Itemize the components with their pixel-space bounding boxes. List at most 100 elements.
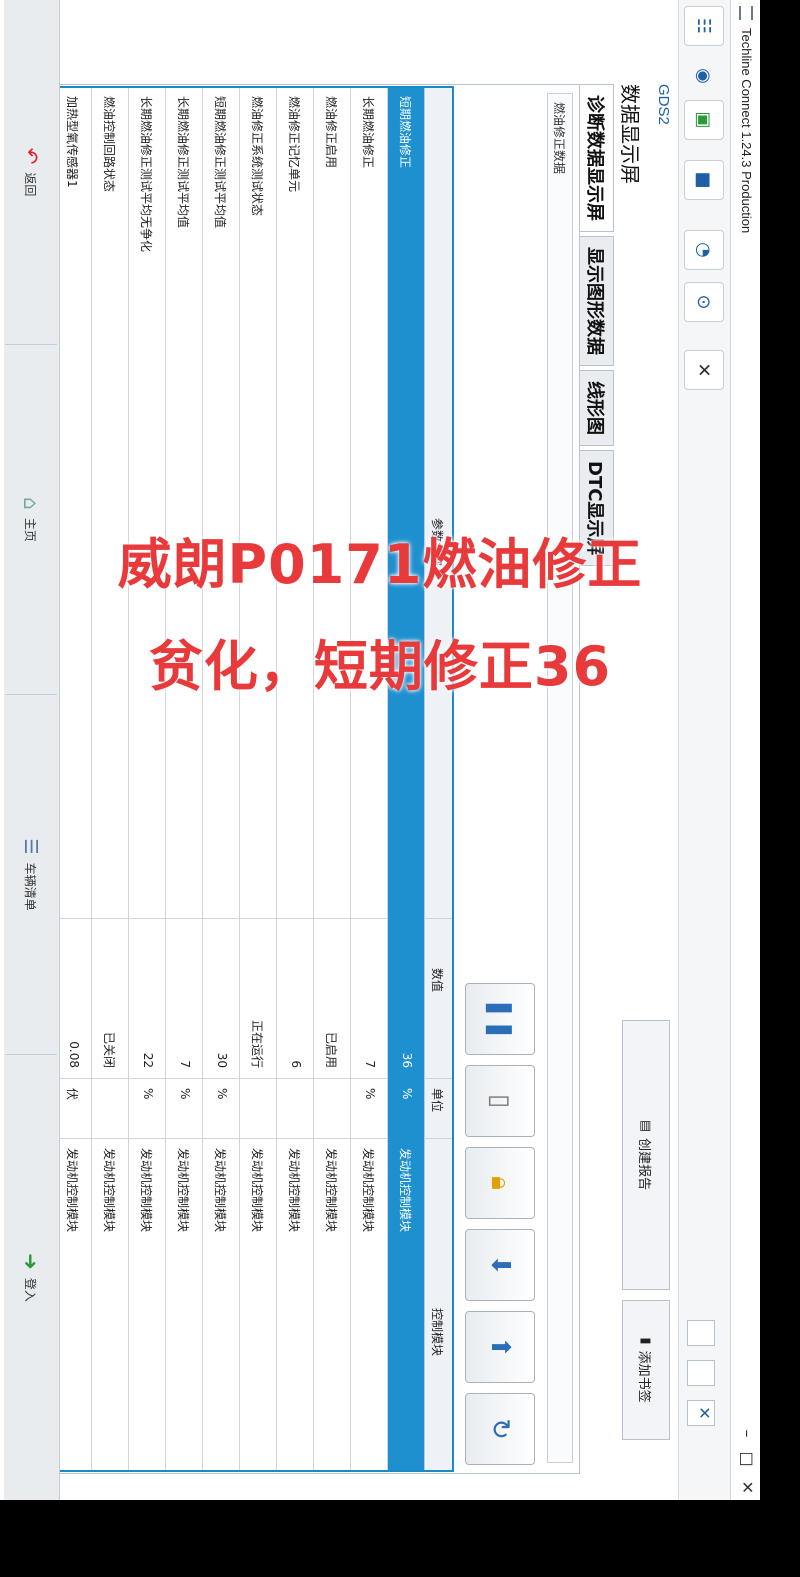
refresh-icon: ↻	[485, 1418, 515, 1440]
minimize-button[interactable]: –	[738, 1429, 757, 1437]
data-table: 参数名称 数值 单位 控制模块 短期燃油修正 36% 发动机控制模块 长期燃油修正 7%…	[34, 86, 454, 1472]
param-value: 已关闭	[102, 1031, 116, 1068]
param-module: 发动机控制模块	[324, 1148, 338, 1233]
wifi-icon: ◉	[693, 68, 715, 84]
login-icon: ➜	[19, 1253, 43, 1270]
tab-panel: 燃油修正数据 ❚❚ ▯ 🔒︎ ⬇ ⬆ ↻ 参数名称 数值 单位 控制模块 短期燃…	[30, 84, 580, 1474]
report-icon: ▤	[638, 1119, 654, 1133]
param-name: 燃油控制回路状态	[102, 96, 116, 193]
param-unit: %	[400, 1088, 414, 1100]
create-report-button[interactable]: ▤ 创建报告	[622, 1020, 670, 1290]
param-name: 短期燃油修正	[398, 96, 412, 169]
nav-login[interactable]: ➜ 登入	[5, 1055, 57, 1500]
arrow-up-icon: ⬆	[485, 1336, 515, 1358]
table-row[interactable]: 短期燃油修正测试平均值 30% 发动机控制模块	[202, 88, 239, 1470]
lock-icon: 🔒︎	[485, 1176, 516, 1190]
nav-home[interactable]: ⌂ 主页	[5, 345, 57, 695]
nav-back-label: 返回	[23, 172, 38, 197]
param-name: 长期燃油修正	[361, 96, 375, 169]
move-up-button[interactable]: ⬆	[465, 1311, 535, 1383]
table-header: 参数名称 数值 单位 控制模块	[424, 88, 452, 1470]
gauge-icon[interactable]: ◔	[684, 230, 724, 270]
nav-vehicle-list[interactable]: ☰ 车辆清单	[5, 695, 57, 1055]
table-row[interactable]: 燃油修正系统测试状态 正在运行 发动机控制模块	[239, 88, 276, 1470]
param-value: 36	[400, 1052, 414, 1068]
window-title: Techline Connect 1.24.3 Production	[739, 28, 754, 234]
param-name: 短期燃油修正测试平均值	[213, 96, 227, 229]
tab-dtc-display[interactable]: DTC显示屏	[580, 450, 614, 567]
clear-button[interactable]: ▯	[465, 1065, 535, 1137]
table-row[interactable]: 燃油修正记忆单元 6 发动机控制模块	[276, 88, 313, 1470]
param-name: 长期燃油修正测试平均值	[176, 96, 190, 229]
table-row[interactable]: 燃油修正启用已启用发动机控制模块	[313, 88, 350, 1470]
param-value: 0.08	[67, 1041, 81, 1068]
lock-button[interactable]: 🔒︎	[465, 1147, 535, 1219]
param-value: 已启用	[324, 1031, 338, 1068]
param-unit: %	[141, 1088, 155, 1100]
param-value: 7	[363, 1060, 377, 1068]
report-actions: ▤ 创建报告 ▮ 添加书签	[620, 900, 670, 1460]
table-row[interactable]: 燃油控制回路状态已关闭发动机控制模块	[91, 88, 128, 1470]
tab-diagnostic-data[interactable]: 诊断数据显示屏	[580, 84, 614, 232]
param-name: 长期燃油修正测试平均无争化	[139, 96, 153, 253]
menu-icon[interactable]	[739, 6, 753, 20]
param-name: 加热型氧传感器1	[65, 96, 79, 188]
nav-back[interactable]: ↶ 返回	[5, 0, 57, 345]
home-icon: ⌂	[19, 497, 43, 510]
move-down-button[interactable]: ⬇	[465, 1229, 535, 1301]
table-row[interactable]: 长期燃油修正测试平均无争化 22% 发动机控制模块	[128, 88, 165, 1470]
refresh-button[interactable]: ↻	[465, 1393, 535, 1465]
right-black-border	[760, 0, 800, 1500]
close-button[interactable]: ✕	[738, 1481, 757, 1494]
maximize-button[interactable]: □	[738, 1451, 757, 1466]
param-module: 发动机控制模块	[139, 1148, 153, 1233]
header-value: 数值	[430, 968, 444, 993]
data-list-selector[interactable]: 燃油修正数据	[547, 93, 573, 1463]
bottom-navigation: ↶ 返回 ⌂ 主页 ☰ 车辆清单 ➜ 登入	[4, 0, 60, 1500]
nav-vehicle-list-label: 车辆清单	[23, 862, 38, 911]
param-value: 7	[178, 1060, 192, 1068]
param-module: 发动机控制模块	[176, 1148, 190, 1233]
eraser-icon: ▯	[485, 1093, 515, 1109]
header-module: 控制模块	[430, 1308, 444, 1357]
add-bookmark-button[interactable]: ▮ 添加书签	[622, 1300, 670, 1440]
panel-close-button[interactable]: ✕	[687, 1400, 715, 1426]
pause-button[interactable]: ❚❚	[465, 983, 535, 1055]
data-tabs: 诊断数据显示屏 显示图形数据 线形图 DTC显示屏	[580, 84, 614, 570]
param-value: 22	[141, 1052, 155, 1068]
arrow-down-icon: ⬇	[485, 1254, 515, 1276]
param-name: 燃油修正记忆单元	[287, 96, 301, 193]
param-module: 发动机控制模块	[250, 1148, 264, 1233]
param-module: 发动机控制模块	[287, 1148, 301, 1233]
param-module: 发动机控制模块	[361, 1148, 375, 1233]
main-toolbar: ☷ ◉ ▣ ■ ◔ ⊙ ✕	[678, 0, 730, 1500]
app-screen: Techline Connect 1.24.3 Production – □ ✕…	[0, 0, 760, 1500]
window-titlebar: Techline Connect 1.24.3 Production – □ ✕	[730, 0, 760, 1500]
tab-line-graph[interactable]: 线形图	[580, 370, 614, 446]
header-name: 参数名称	[430, 518, 444, 567]
table-row[interactable]: 长期燃油修正 7% 发动机控制模块	[350, 88, 387, 1470]
create-report-label: 创建报告	[636, 1138, 652, 1191]
vci-device-icon[interactable]: ▣	[684, 100, 724, 140]
playback-buttons: ❚❚ ▯ 🔒︎ ⬇ ⬆ ↻	[461, 93, 541, 1465]
gds-icon[interactable]: ⊙	[684, 282, 724, 322]
back-icon: ↶	[19, 147, 43, 165]
table-row[interactable]: 短期燃油修正 36% 发动机控制模块	[387, 88, 424, 1470]
param-module: 发动机控制模块	[398, 1148, 412, 1233]
tab-graph-data[interactable]: 显示图形数据	[580, 236, 614, 366]
table-row[interactable]: 长期燃油修正测试平均值 7% 发动机控制模块	[165, 88, 202, 1470]
techline-logo-icon[interactable]: ☷	[684, 6, 724, 46]
panel-collapse-button[interactable]	[687, 1320, 715, 1346]
user-settings-icon[interactable]: ✕	[684, 350, 724, 390]
param-module: 发动机控制模块	[102, 1148, 116, 1233]
screen-capture-icon[interactable]: ■	[684, 160, 724, 200]
param-name: 燃油修正启用	[324, 96, 338, 169]
header-unit: 单位	[430, 1088, 444, 1113]
param-value: 30	[215, 1052, 229, 1068]
pause-icon: ❚❚	[485, 997, 515, 1041]
panel-restore-button[interactable]	[687, 1360, 715, 1386]
param-module: 发动机控制模块	[65, 1148, 79, 1233]
param-unit: %	[178, 1088, 192, 1100]
bottom-black-border	[0, 1500, 800, 1577]
param-value: 正在运行	[250, 1019, 264, 1068]
